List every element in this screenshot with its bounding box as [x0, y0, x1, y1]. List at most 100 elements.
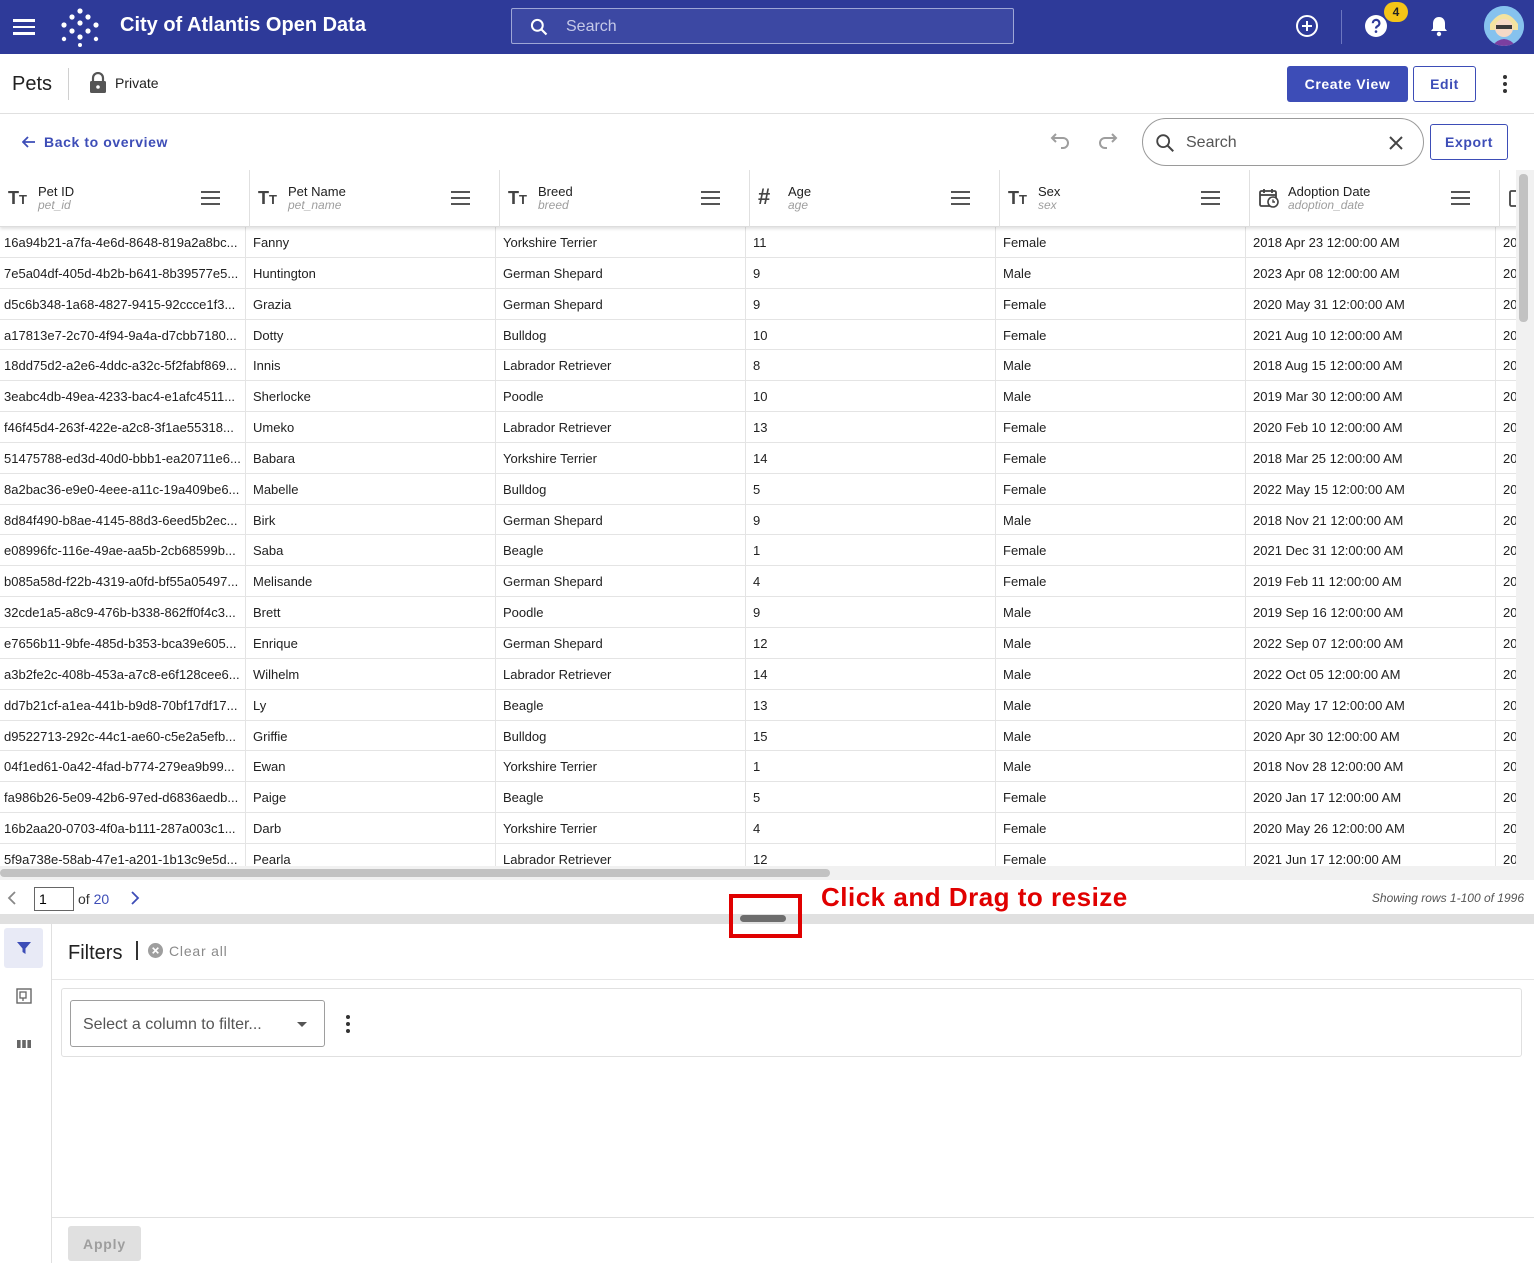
table-cell[interactable]: Beagle: [496, 535, 746, 566]
table-cell[interactable]: 9: [746, 257, 996, 288]
table-cell[interactable]: Labrador Retriever: [496, 658, 746, 689]
table-cell[interactable]: Female: [996, 566, 1246, 597]
table-cell[interactable]: Darb: [246, 813, 496, 843]
table-cell[interactable]: fa986b26-5e09-42b6-97ed-d6836aedb...: [0, 782, 246, 813]
table-cell[interactable]: Melisande: [246, 566, 496, 597]
table-cell[interactable]: Bulldog: [496, 473, 746, 504]
undo-icon[interactable]: [1048, 130, 1072, 152]
table-cell[interactable]: Bulldog: [496, 319, 746, 350]
table-cell[interactable]: 20: [1496, 782, 1516, 812]
add-circle-icon[interactable]: [1295, 14, 1321, 40]
table-cell[interactable]: 20: [1496, 227, 1516, 257]
menu-icon[interactable]: [12, 15, 36, 39]
table-row[interactable]: d9522713-292c-44c1-ae60-c5e2a5efb... Grif…: [0, 720, 1516, 752]
table-cell[interactable]: 32cde1a5-a8c9-476b-b338-862ff0f4c3...: [0, 597, 246, 627]
table-cell[interactable]: 2018 Mar 25 12:00:00 AM: [1246, 442, 1496, 473]
vertical-scrollbar[interactable]: [1516, 170, 1534, 866]
table-cell[interactable]: Male: [996, 381, 1246, 412]
table-cell[interactable]: 10: [746, 381, 996, 412]
table-cell[interactable]: Male: [996, 627, 1246, 658]
table-cell[interactable]: 2020 May 31 12:00:00 AM: [1246, 288, 1496, 319]
previous-page-icon[interactable]: [6, 890, 18, 906]
table-row[interactable]: 5f9a738e-58ab-47e1-a201-1b13c9e5d... Pear…: [0, 843, 1516, 866]
table-cell[interactable]: Birk: [246, 504, 496, 535]
table-cell[interactable]: Babara: [246, 442, 496, 473]
table-cell[interactable]: Male: [996, 350, 1246, 381]
table-cell[interactable]: b085a58d-f22b-4319-a0fd-bf55a05497...: [0, 566, 246, 597]
page-number-input[interactable]: [34, 887, 74, 911]
table-cell[interactable]: 20: [1496, 505, 1516, 535]
table-cell[interactable]: Yorkshire Terrier: [496, 813, 746, 843]
table-cell[interactable]: Dotty: [246, 319, 496, 350]
table-row[interactable]: 51475788-ed3d-40d0-bbb1-ea20711e6... Baba…: [0, 442, 1516, 474]
clear-all-button[interactable]: Clear all: [148, 943, 228, 959]
table-cell[interactable]: 16a94b21-a7fa-4e6d-8648-819a2a8bc...: [0, 227, 246, 257]
table-cell[interactable]: 1: [746, 535, 996, 566]
table-cell[interactable]: Brett: [246, 597, 496, 627]
table-cell[interactable]: Female: [996, 227, 1246, 257]
table-cell[interactable]: d5c6b348-1a68-4827-9415-92ccce1f3...: [0, 288, 246, 319]
table-cell[interactable]: 15: [746, 720, 996, 751]
table-cell[interactable]: a3b2fe2c-408b-453a-a7c8-e6f128cee6...: [0, 658, 246, 689]
table-cell[interactable]: Labrador Retriever: [496, 843, 746, 866]
table-cell[interactable]: e7656b11-9bfe-485d-b353-bca39e605...: [0, 627, 246, 658]
table-cell[interactable]: Labrador Retriever: [496, 350, 746, 381]
table-cell[interactable]: 2019 Mar 30 12:00:00 AM: [1246, 381, 1496, 412]
table-cell[interactable]: German Shepard: [496, 627, 746, 658]
table-cell[interactable]: 20: [1496, 258, 1516, 288]
vertical-scroll-thumb[interactable]: [1519, 174, 1528, 322]
table-cell[interactable]: Ewan: [246, 751, 496, 782]
table-cell[interactable]: Female: [996, 319, 1246, 350]
table-cell[interactable]: 20: [1496, 474, 1516, 504]
clear-search-icon[interactable]: [1388, 135, 1404, 151]
table-cell[interactable]: 20: [1496, 289, 1516, 319]
column-header-pet-name[interactable]: TT Pet Name pet_name: [250, 170, 500, 227]
table-cell[interactable]: 2020 May 26 12:00:00 AM: [1246, 813, 1496, 843]
table-row[interactable]: fa986b26-5e09-42b6-97ed-d6836aedb... Paig…: [0, 782, 1516, 814]
table-row[interactable]: a17813e7-2c70-4f94-9a4a-d7cbb7180... Dott…: [0, 319, 1516, 351]
table-cell[interactable]: Female: [996, 782, 1246, 813]
table-cell[interactable]: 2020 Apr 30 12:00:00 AM: [1246, 720, 1496, 751]
table-cell[interactable]: 20: [1496, 628, 1516, 658]
table-cell[interactable]: 20: [1496, 659, 1516, 689]
table-cell[interactable]: Mabelle: [246, 473, 496, 504]
table-row[interactable]: 3eabc4db-49ea-4233-bac4-e1afc4511... Sher…: [0, 381, 1516, 413]
table-cell[interactable]: 8a2bac36-e9e0-4eee-a11c-19a409be6...: [0, 473, 246, 504]
table-row[interactable]: 16a94b21-a7fa-4e6d-8648-819a2a8bc... Fann…: [0, 227, 1516, 258]
table-cell[interactable]: 20: [1496, 597, 1516, 627]
table-row[interactable]: 8a2bac36-e9e0-4eee-a11c-19a409be6... Mabe…: [0, 473, 1516, 505]
table-cell[interactable]: Umeko: [246, 412, 496, 442]
table-cell[interactable]: 11: [746, 227, 996, 257]
table-cell[interactable]: 3eabc4db-49ea-4233-bac4-e1afc4511...: [0, 381, 246, 412]
table-cell[interactable]: Huntington: [246, 257, 496, 288]
table-cell[interactable]: 8: [746, 350, 996, 381]
back-to-overview-link[interactable]: Back to overview: [21, 134, 168, 150]
table-cell[interactable]: Yorkshire Terrier: [496, 442, 746, 473]
next-page-icon[interactable]: [129, 890, 141, 906]
table-cell[interactable]: Female: [996, 473, 1246, 504]
table-cell[interactable]: 2018 Apr 23 12:00:00 AM: [1246, 227, 1496, 257]
column-header-partial[interactable]: [1500, 170, 1516, 227]
notifications-bell-icon[interactable]: [1427, 14, 1453, 40]
table-cell[interactable]: Innis: [246, 350, 496, 381]
apply-button[interactable]: Apply: [68, 1226, 141, 1261]
table-cell[interactable]: Female: [996, 442, 1246, 473]
user-avatar[interactable]: [1484, 6, 1524, 46]
table-cell[interactable]: 13: [746, 689, 996, 720]
table-cell[interactable]: 51475788-ed3d-40d0-bbb1-ea20711e6...: [0, 442, 246, 473]
app-title[interactable]: City of Atlantis Open Data: [120, 14, 366, 37]
table-cell[interactable]: Male: [996, 504, 1246, 535]
column-menu-icon[interactable]: [951, 191, 970, 209]
export-button[interactable]: Export: [1430, 124, 1508, 160]
column-menu-icon[interactable]: [1201, 191, 1220, 209]
table-cell[interactable]: 2023 Apr 08 12:00:00 AM: [1246, 257, 1496, 288]
table-cell[interactable]: d9522713-292c-44c1-ae60-c5e2a5efb...: [0, 720, 246, 751]
table-row[interactable]: a3b2fe2c-408b-453a-a7c8-e6f128cee6... Wil…: [0, 658, 1516, 690]
table-row[interactable]: 8d84f490-b8ae-4145-88d3-6eed5b2ec... Birk…: [0, 504, 1516, 536]
table-row[interactable]: 04f1ed61-0a42-4fad-b774-279ea9b99... Ewan…: [0, 751, 1516, 783]
table-cell[interactable]: 2019 Sep 16 12:00:00 AM: [1246, 597, 1496, 627]
global-search-input[interactable]: [566, 15, 986, 39]
table-cell[interactable]: 20: [1496, 443, 1516, 473]
table-row[interactable]: 18dd75d2-a2e6-4ddc-a32c-5f2fabf869... Inn…: [0, 350, 1516, 382]
table-cell[interactable]: f46f45d4-263f-422e-a2c8-3f1ae55318...: [0, 412, 246, 442]
